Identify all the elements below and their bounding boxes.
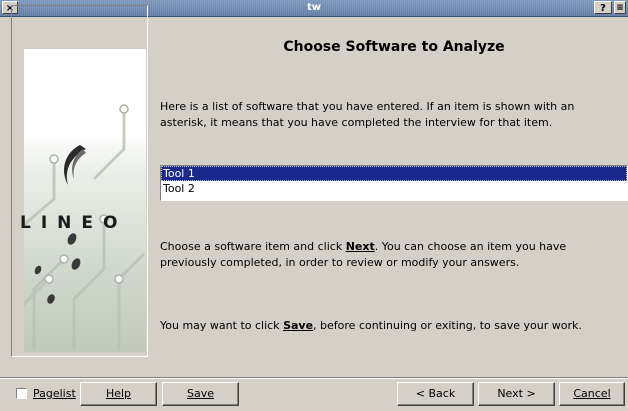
list-item[interactable]: Tool 1 bbox=[161, 166, 627, 181]
back-button[interactable]: < Back bbox=[397, 382, 474, 406]
page-title: Choose Software to Analyze bbox=[283, 39, 505, 55]
pagelist-label[interactable]: Pagelist bbox=[33, 387, 76, 400]
instruction-text-start: Choose a software item and click bbox=[160, 240, 346, 253]
help-button[interactable]: Help bbox=[80, 382, 157, 406]
lineo-swoosh-icon bbox=[64, 145, 86, 185]
help-icon[interactable]: ? bbox=[594, 1, 612, 14]
window-menu-icon[interactable]: ≡ bbox=[614, 1, 626, 14]
cancel-button-label: Cancel bbox=[573, 387, 611, 400]
lineo-logo-text: LINEO bbox=[20, 213, 128, 233]
instruction-text: Choose a software item and click Next. Y… bbox=[160, 239, 626, 271]
save-hint-end: , before continuing or exiting, to save … bbox=[313, 319, 582, 332]
save-keyword: Save bbox=[283, 319, 314, 332]
save-button[interactable]: Save bbox=[162, 382, 239, 406]
pagelist-checkbox[interactable] bbox=[16, 388, 27, 399]
circuit-decoration-icon bbox=[24, 104, 146, 349]
next-button[interactable]: Next > bbox=[478, 382, 555, 406]
save-button-label: Save bbox=[186, 387, 214, 400]
save-hint-text: You may want to click Save, before conti… bbox=[160, 318, 626, 334]
lineo-side-image bbox=[24, 49, 146, 352]
save-hint-start: You may want to click bbox=[160, 319, 284, 332]
next-keyword: Next bbox=[345, 240, 375, 253]
intro-text: Here is a list of software that you have… bbox=[160, 100, 575, 129]
back-button-label: < Back bbox=[415, 387, 456, 400]
help-button-label: Help bbox=[105, 387, 132, 400]
footer-divider bbox=[0, 377, 628, 379]
list-item[interactable]: Tool 2 bbox=[161, 181, 627, 196]
software-listbox[interactable]: Tool 1 Tool 2 bbox=[160, 165, 628, 201]
cancel-button[interactable]: Cancel bbox=[559, 382, 625, 406]
next-button-label: Next > bbox=[497, 387, 536, 400]
